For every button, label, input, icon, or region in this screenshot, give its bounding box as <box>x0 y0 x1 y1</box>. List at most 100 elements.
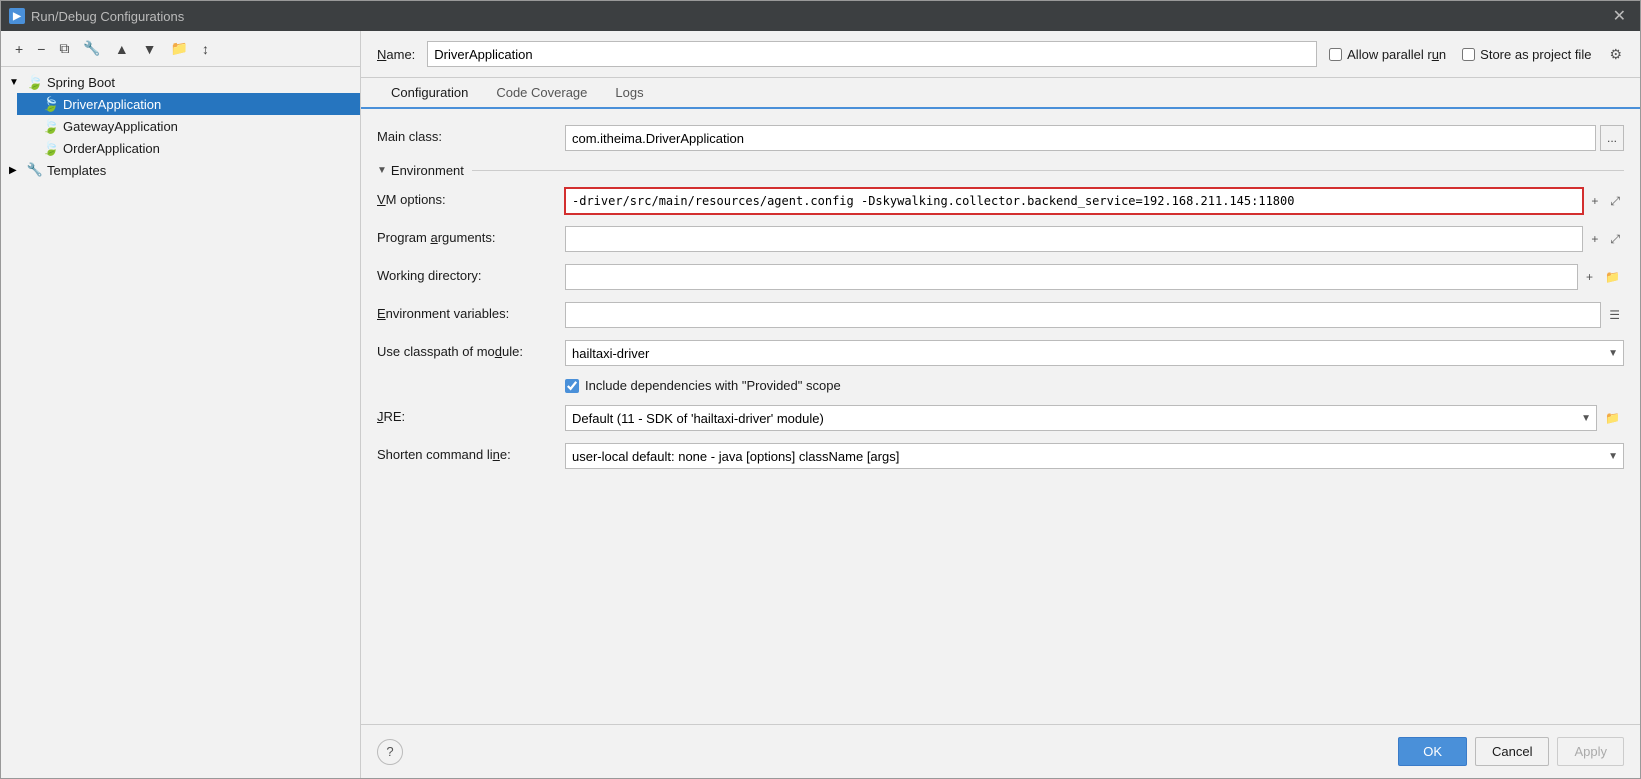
add-config-button[interactable]: + <box>9 38 29 60</box>
spring-boot-toggle: ▼ <box>9 77 23 88</box>
jre-select[interactable]: Default (11 - SDK of 'hailtaxi-driver' m… <box>565 405 1597 431</box>
tab-code-coverage[interactable]: Code Coverage <box>482 78 601 109</box>
shorten-cmd-field: user-local default: none - java [options… <box>565 443 1624 469</box>
title-bar: ▶ Run/Debug Configurations ✕ <box>1 1 1640 31</box>
working-dir-browse-button[interactable]: 📁 <box>1601 268 1624 286</box>
jre-label: JRE: <box>377 405 557 424</box>
store-as-project-checkbox[interactable] <box>1462 48 1475 61</box>
main-class-row: Main class: ... <box>377 125 1624 151</box>
help-button[interactable]: ? <box>377 739 403 765</box>
templates-label: Templates <box>47 163 106 178</box>
env-vars-input[interactable] <box>565 302 1601 328</box>
allow-parallel-checkbox[interactable] <box>1329 48 1342 61</box>
env-vars-row: Environment variables: ☰ <box>377 302 1624 328</box>
program-args-input[interactable] <box>565 226 1583 252</box>
tree-item-gateway[interactable]: 🍃 GatewayApplication <box>17 115 360 137</box>
env-vars-field: ☰ <box>565 302 1624 328</box>
ok-button[interactable]: OK <box>1398 737 1467 766</box>
allow-parallel-label[interactable]: Allow parallel run <box>1329 47 1446 62</box>
tab-logs[interactable]: Logs <box>601 78 657 109</box>
edit-config-button[interactable]: 🔧 <box>77 37 106 60</box>
working-dir-row: Working directory: + 📁 <box>377 264 1624 290</box>
environment-section-title: Environment <box>391 163 464 178</box>
templates-toggle: ▶ <box>9 165 23 176</box>
move-down-button[interactable]: ▼ <box>137 38 163 60</box>
classpath-field: hailtaxi-driver ▼ <box>565 340 1624 366</box>
include-deps-row: Include dependencies with "Provided" sco… <box>377 378 1624 393</box>
working-dir-field: + 📁 <box>565 264 1624 290</box>
environment-section-header: ▼ Environment <box>377 163 1624 178</box>
program-args-expand-button[interactable]: ⤢ <box>1606 230 1624 249</box>
templates-icon: 🔧 <box>27 162 43 178</box>
classpath-row: Use classpath of module: hailtaxi-driver… <box>377 340 1624 366</box>
driver-app-icon: 🍃 <box>43 96 59 112</box>
jre-row: JRE: Default (11 - SDK of 'hailtaxi-driv… <box>377 405 1624 431</box>
shorten-cmd-select-wrapper: user-local default: none - java [options… <box>565 443 1624 469</box>
jre-browse-button[interactable]: 📁 <box>1601 409 1624 427</box>
shorten-cmd-select[interactable]: user-local default: none - java [options… <box>565 443 1624 469</box>
program-args-label: Program arguments: <box>377 226 557 245</box>
environment-toggle[interactable]: ▼ <box>377 165 387 176</box>
gateway-app-icon: 🍃 <box>43 118 59 134</box>
cancel-button[interactable]: Cancel <box>1475 737 1549 766</box>
store-as-project-label[interactable]: Store as project file <box>1462 47 1591 62</box>
dialog-body: + − ⧉ 🔧 ▲ ▼ 📁 ↕ ▼ 🍃 Spring Boot <box>1 31 1640 778</box>
program-args-add-button[interactable]: + <box>1587 230 1602 248</box>
move-up-button[interactable]: ▲ <box>109 38 135 60</box>
program-args-field: + ⤢ <box>565 226 1624 252</box>
dialog-footer: ? OK Cancel Apply <box>361 724 1640 778</box>
gateway-app-label: GatewayApplication <box>63 119 178 134</box>
sidebar-toolbar: + − ⧉ 🔧 ▲ ▼ 📁 ↕ <box>1 31 360 67</box>
spring-boot-icon: 🍃 <box>27 74 43 90</box>
tab-configuration[interactable]: Configuration <box>377 78 482 109</box>
vm-options-label: VM options: <box>377 188 557 207</box>
vm-options-input[interactable] <box>565 188 1583 214</box>
order-app-icon: 🍃 <box>43 140 59 156</box>
main-class-browse-button[interactable]: ... <box>1600 125 1624 151</box>
name-label: Name: <box>377 47 415 62</box>
vm-options-row: VM options: + ⤢ <box>377 188 1624 214</box>
include-deps-checkbox[interactable] <box>565 379 579 393</box>
vm-options-expand-button[interactable]: ⤢ <box>1606 192 1624 211</box>
vm-options-add-button[interactable]: + <box>1587 192 1602 210</box>
gear-button[interactable]: ⚙ <box>1607 44 1624 65</box>
env-vars-browse-button[interactable]: ☰ <box>1605 306 1624 324</box>
dialog-icon: ▶ <box>9 8 25 24</box>
close-button[interactable]: ✕ <box>1607 4 1632 28</box>
main-content: Name: Allow parallel run Store as projec… <box>361 31 1640 778</box>
program-args-row: Program arguments: + ⤢ <box>377 226 1624 252</box>
header-options: Allow parallel run Store as project file… <box>1329 44 1624 65</box>
working-dir-input[interactable] <box>565 264 1578 290</box>
sort-button[interactable]: ↕ <box>196 38 215 60</box>
jre-select-wrapper: Default (11 - SDK of 'hailtaxi-driver' m… <box>565 405 1597 431</box>
order-app-label: OrderApplication <box>63 141 160 156</box>
main-class-input[interactable] <box>565 125 1596 151</box>
include-deps-label[interactable]: Include dependencies with "Provided" sco… <box>585 378 841 393</box>
spring-boot-label: Spring Boot <box>47 75 115 90</box>
spring-boot-children: 🍃 DriverApplication 🍃 GatewayApplication… <box>1 93 360 159</box>
apply-button: Apply <box>1557 737 1624 766</box>
section-divider <box>472 170 1624 171</box>
shorten-cmd-label: Shorten command line: <box>377 443 557 462</box>
sidebar: + − ⧉ 🔧 ▲ ▼ 📁 ↕ ▼ 🍃 Spring Boot <box>1 31 361 778</box>
main-class-field: ... <box>565 125 1624 151</box>
tree-item-driver[interactable]: 🍃 DriverApplication <box>17 93 360 115</box>
working-dir-add-button[interactable]: + <box>1582 268 1597 286</box>
move-to-folder-button[interactable]: 📁 <box>165 37 194 60</box>
classpath-select[interactable]: hailtaxi-driver <box>565 340 1624 366</box>
vm-options-field: + ⤢ <box>565 188 1624 214</box>
env-vars-label: Environment variables: <box>377 302 557 321</box>
jre-field: Default (11 - SDK of 'hailtaxi-driver' m… <box>565 405 1624 431</box>
remove-config-button[interactable]: − <box>31 38 51 60</box>
name-row: Name: Allow parallel run Store as projec… <box>361 31 1640 78</box>
config-panel: Main class: ... ▼ Environment VM options… <box>361 109 1640 724</box>
tree-item-order[interactable]: 🍃 OrderApplication <box>17 137 360 159</box>
driver-app-label: DriverApplication <box>63 97 161 112</box>
name-input[interactable] <box>427 41 1317 67</box>
sidebar-tree: ▼ 🍃 Spring Boot 🍃 DriverApplication 🍃 Ga… <box>1 67 360 778</box>
spring-boot-group[interactable]: ▼ 🍃 Spring Boot <box>1 71 360 93</box>
dialog-title: Run/Debug Configurations <box>31 9 184 24</box>
copy-config-button[interactable]: ⧉ <box>53 37 75 60</box>
run-debug-dialog: ▶ Run/Debug Configurations ✕ + − ⧉ 🔧 ▲ ▼… <box>0 0 1641 779</box>
templates-group[interactable]: ▶ 🔧 Templates <box>1 159 360 181</box>
